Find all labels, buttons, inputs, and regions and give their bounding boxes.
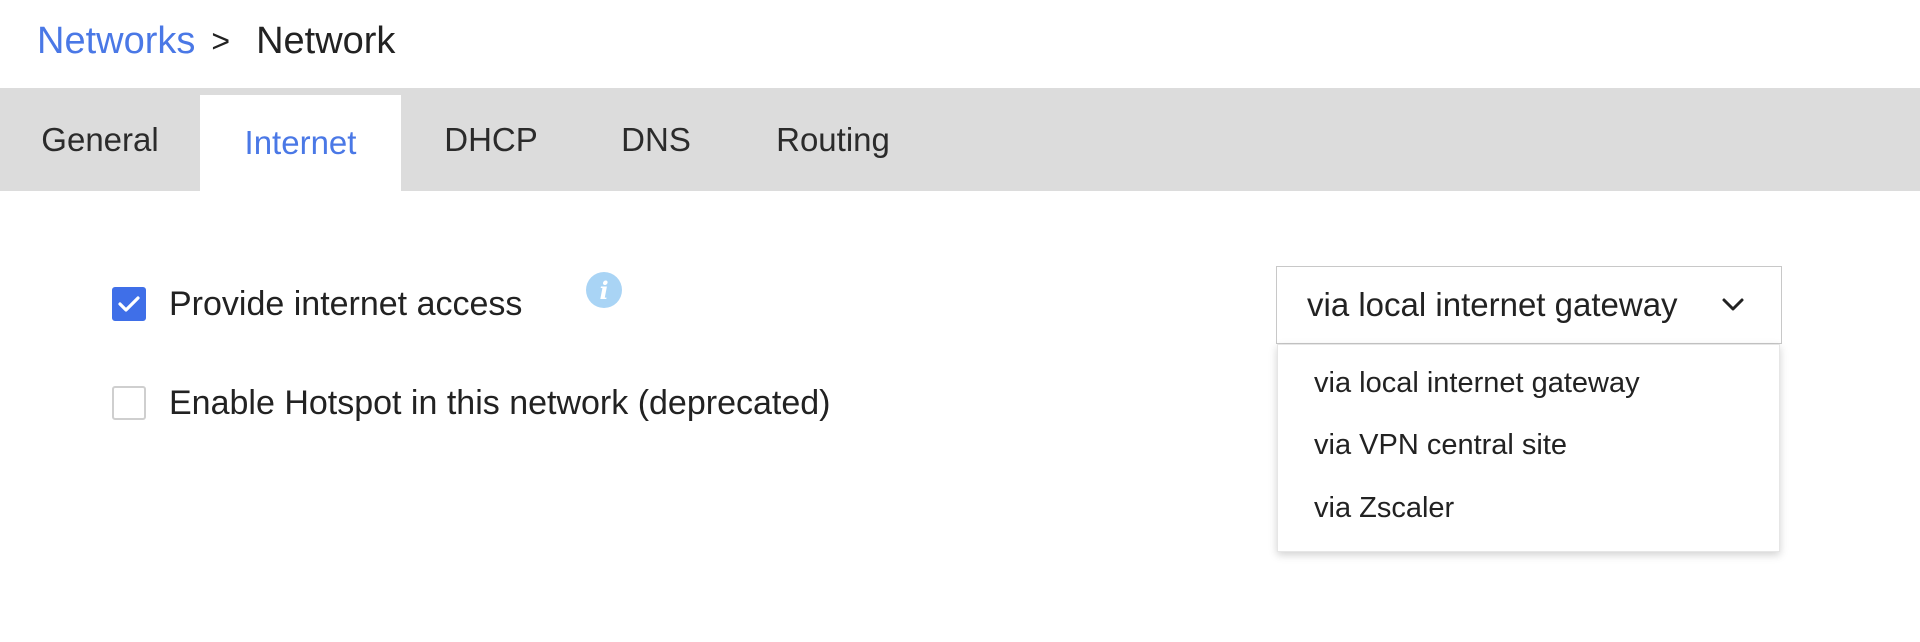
tab-bar: General Internet DHCP DNS Routing bbox=[0, 88, 1920, 191]
checkmark-icon bbox=[118, 296, 140, 312]
internet-route-dropdown: via local internet gateway via VPN centr… bbox=[1277, 344, 1780, 552]
tab-dhcp[interactable]: DHCP bbox=[401, 88, 581, 191]
info-icon[interactable]: i bbox=[586, 272, 622, 308]
tab-routing[interactable]: Routing bbox=[731, 88, 935, 191]
tab-dns[interactable]: DNS bbox=[581, 88, 731, 191]
page: Networks > Network General Internet DHCP… bbox=[0, 0, 1920, 642]
tab-general[interactable]: General bbox=[0, 88, 200, 191]
tab-internet[interactable]: Internet bbox=[200, 95, 401, 191]
internet-route-select-value: via local internet gateway bbox=[1307, 286, 1678, 323]
internet-access-checkbox[interactable] bbox=[112, 287, 146, 321]
hotspot-checkbox[interactable] bbox=[112, 386, 146, 420]
internet-route-select[interactable]: via local internet gateway bbox=[1276, 266, 1782, 344]
dropdown-option-vpn-central[interactable]: via VPN central site bbox=[1314, 429, 1567, 462]
dropdown-option-local-gateway[interactable]: via local internet gateway bbox=[1314, 367, 1640, 400]
hotspot-label: Enable Hotspot in this network (deprecat… bbox=[169, 383, 831, 422]
internet-access-option: Provide internet access bbox=[112, 284, 522, 324]
internet-access-label: Provide internet access bbox=[169, 284, 523, 323]
breadcrumb-separator: > bbox=[211, 22, 231, 59]
dropdown-option-zscaler[interactable]: via Zscaler bbox=[1314, 492, 1454, 525]
hotspot-option: Enable Hotspot in this network (deprecat… bbox=[112, 383, 830, 423]
chevron-down-icon bbox=[1722, 298, 1744, 311]
breadcrumb-current: Network bbox=[256, 19, 396, 62]
breadcrumb: Networks > Network bbox=[37, 14, 395, 68]
breadcrumb-link-networks[interactable]: Networks bbox=[37, 20, 195, 63]
